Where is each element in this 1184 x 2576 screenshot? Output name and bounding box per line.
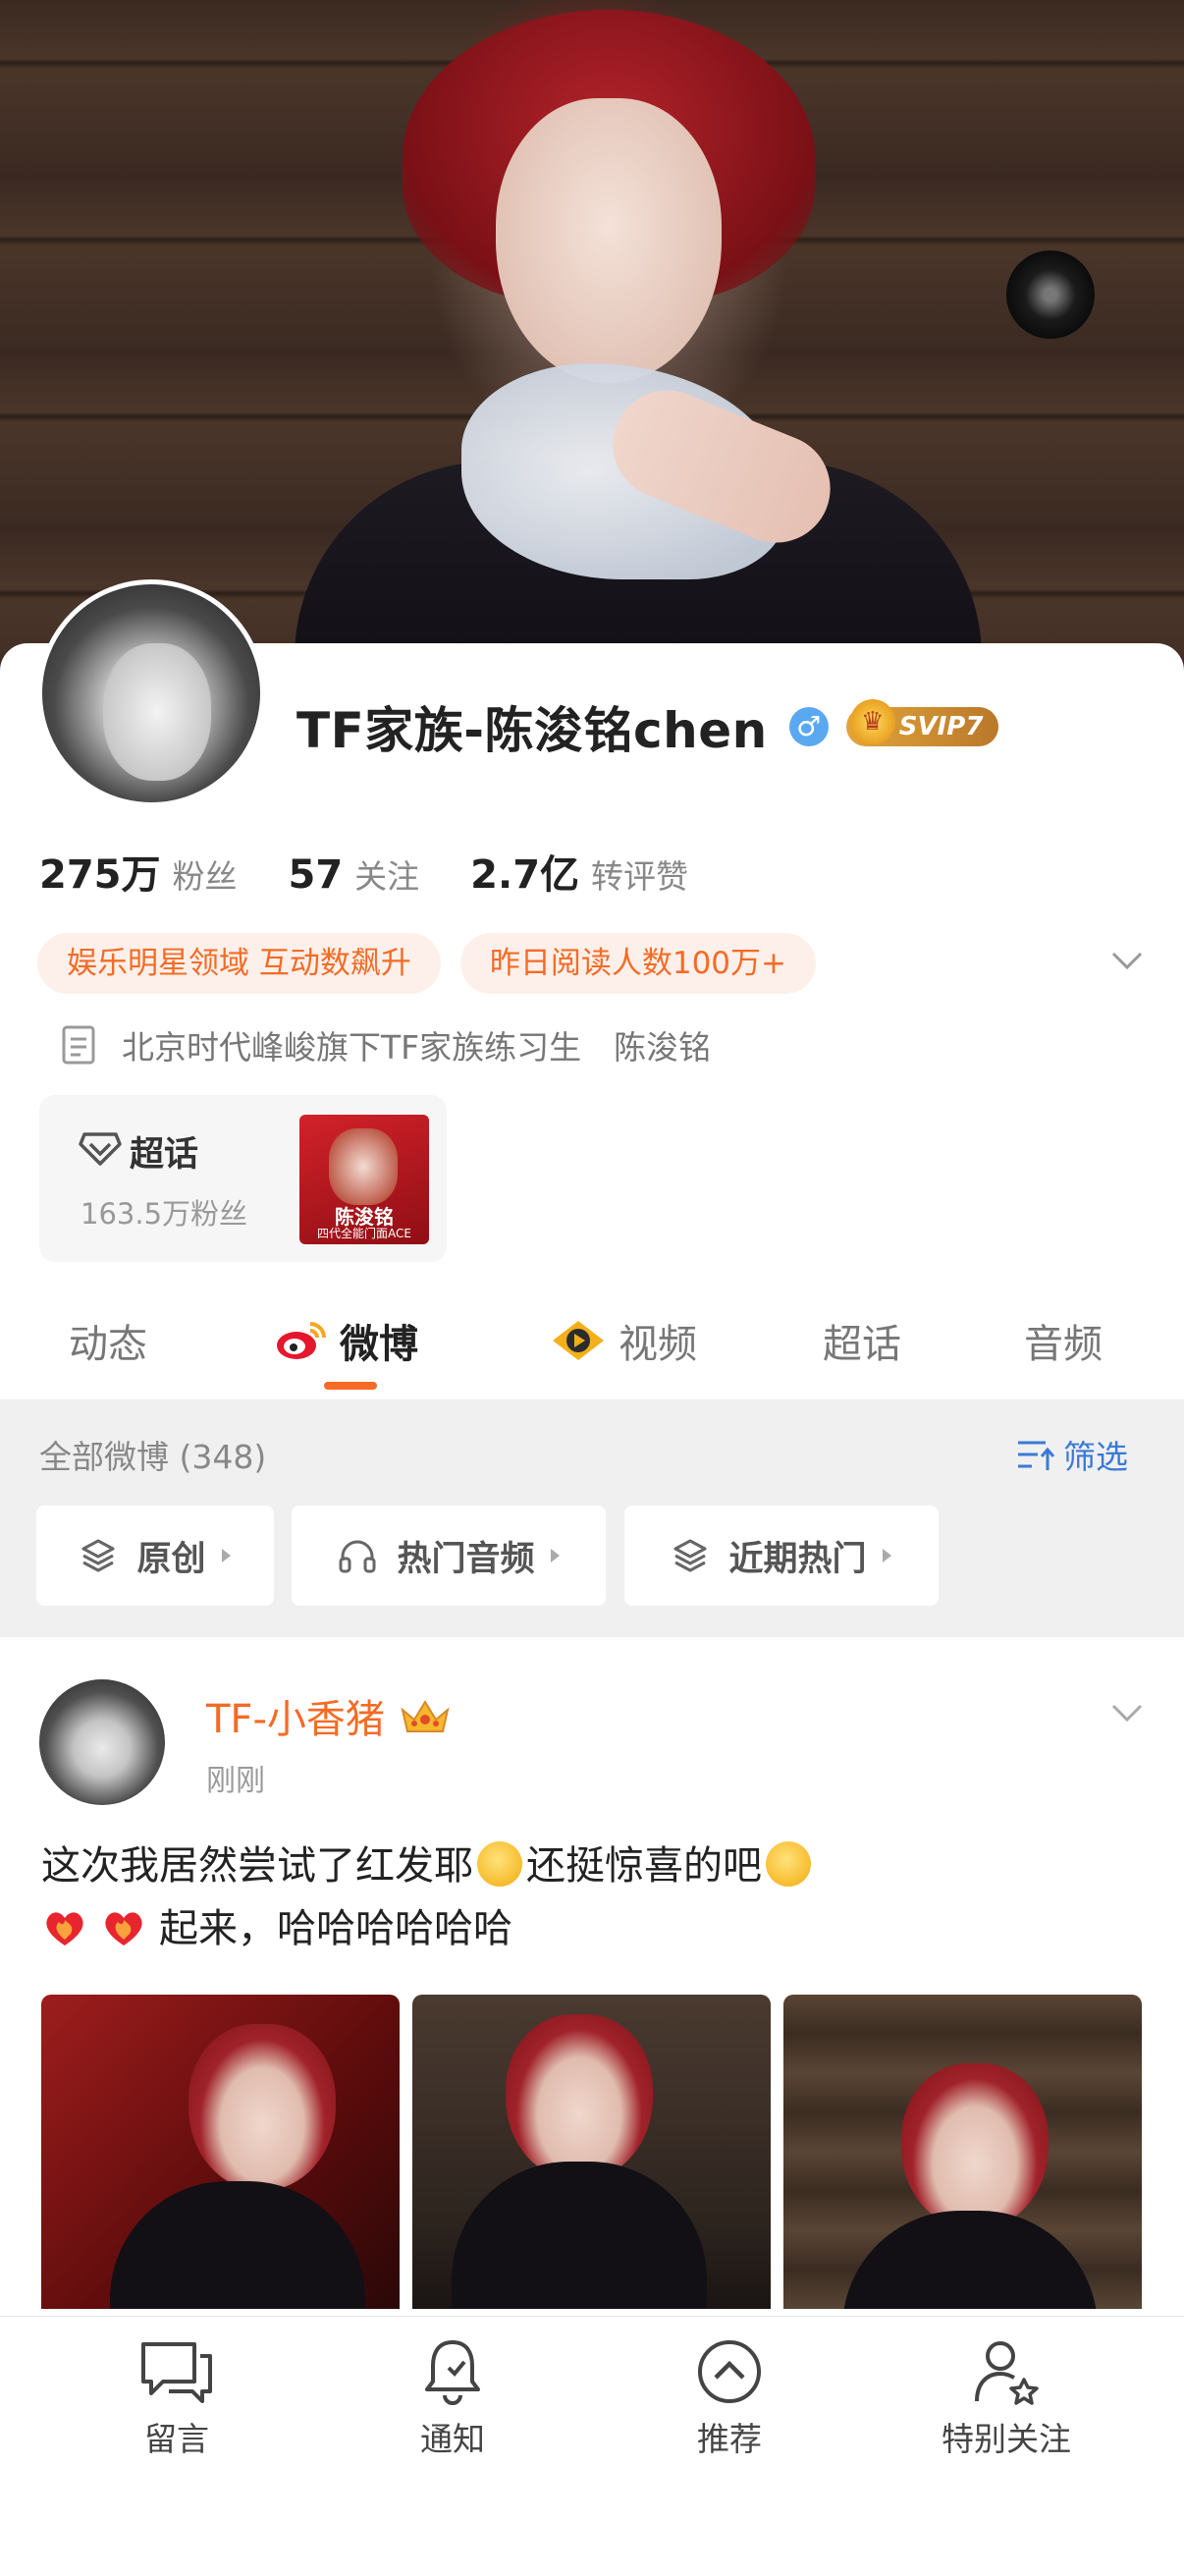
photo-subject — [506, 2014, 653, 2181]
photo-subject — [901, 2063, 1049, 2230]
post-author-row: TF-小香猪 — [206, 1687, 452, 1744]
nav-notification-label: 通知 — [420, 2420, 485, 2458]
caret-right-icon — [221, 1549, 231, 1562]
chip-hot-audio[interactable]: 热门音频 — [292, 1506, 606, 1606]
cover-face — [496, 98, 722, 383]
layers-icon — [673, 1539, 707, 1572]
chevron-down-icon[interactable] — [1107, 941, 1147, 980]
filter-section: 全部微博 (348) 筛选 原创 热门音频 近期热门 — [0, 1399, 1184, 1637]
cover-door-knob — [1006, 250, 1095, 339]
weibo-logo-icon — [277, 1322, 326, 1359]
svip-badge[interactable]: ♛ SVIP7 — [845, 699, 999, 746]
chip-original[interactable]: 原创 — [36, 1506, 274, 1606]
profile-name: TF家族-陈浚铭chen — [296, 702, 768, 759]
nav-recommend[interactable]: 推荐 — [612, 2336, 847, 2460]
tag-entertainment[interactable]: 娱乐明星领域 互动数飙升 — [37, 933, 441, 994]
chip-recent-hot-label: 近期热门 — [728, 1539, 867, 1579]
post-photo[interactable] — [41, 1995, 400, 2309]
tab-video[interactable]: 视频 — [550, 1312, 697, 1369]
caret-right-icon — [882, 1549, 891, 1562]
profile-tabs: 动态 微博 视频 超话 音频 — [0, 1296, 1184, 1395]
nav-notification[interactable]: 通知 — [335, 2336, 570, 2460]
profile-tags: 娱乐明星领域 互动数飙升 昨日阅读人数100万+ — [37, 933, 835, 994]
crown-icon — [401, 1700, 450, 1732]
nav-special-follow-label: 特别关注 — [942, 2420, 1071, 2458]
super-topic-title: 超话 — [130, 1135, 199, 1175]
nav-special-follow[interactable]: 特别关注 — [888, 2336, 1124, 2460]
chip-recent-hot[interactable]: 近期热门 — [624, 1506, 939, 1606]
post-card[interactable]: TF-小香猪 刚刚 这次我居然尝试了红发耶 还挺惊喜的吧 起来，哈哈哈哈哈哈 — [0, 1638, 1184, 2326]
up-arrow-circle-icon — [698, 2340, 761, 2403]
chip-hot-audio-label: 热门音频 — [397, 1539, 535, 1579]
heart-on-fire-emoji-icon — [46, 1912, 83, 1946]
super-topic-cover: 陈浚铭 四代全能门面ACE — [299, 1115, 429, 1244]
filter-button[interactable]: 筛选 — [1016, 1431, 1128, 1478]
following-label[interactable]: 关注 — [354, 850, 419, 898]
post-photo[interactable] — [783, 1995, 1142, 2309]
svip-badge-label: SVIP7 — [898, 712, 984, 741]
bio-text: 北京时代峰峻旗下TF家族练习生 陈浚铭 — [122, 1028, 712, 1067]
tag-readers[interactable]: 昨日阅读人数100万+ — [459, 933, 817, 994]
post-text: 这次我居然尝试了红发耶 还挺惊喜的吧 起来，哈哈哈哈哈哈 — [41, 1835, 1160, 1960]
male-gender-icon: ♂ — [788, 707, 829, 746]
video-logo-icon — [553, 1321, 604, 1360]
tab-dynamics-label: 动态 — [69, 1322, 147, 1367]
cover-subtitle: 四代全能门面ACE — [317, 1227, 411, 1240]
profile-avatar[interactable] — [37, 579, 265, 807]
nav-message-label: 留言 — [144, 2420, 209, 2458]
cover-portrait — [329, 1128, 398, 1205]
post-text-part1: 这次我居然尝试了红发耶 — [41, 1843, 473, 1889]
document-icon — [62, 1025, 95, 1065]
caret-right-icon — [550, 1549, 560, 1562]
post-text-part2: 还挺惊喜的吧 — [526, 1843, 762, 1889]
photo-jacket — [452, 2162, 707, 2309]
tab-weibo-label: 微博 — [340, 1322, 418, 1367]
tab-audio-label: 音频 — [1024, 1322, 1103, 1367]
diamond-icon — [79, 1132, 122, 1166]
message-icon — [141, 2342, 212, 2403]
hushed-face-emoji-icon — [477, 1841, 522, 1887]
post-author-avatar[interactable] — [39, 1679, 165, 1805]
crown-icon: ♛ — [849, 699, 895, 744]
user-star-icon — [975, 2341, 1039, 2405]
tab-super-topic[interactable]: 超话 — [823, 1312, 901, 1369]
nav-message[interactable]: 留言 — [59, 2336, 295, 2460]
fans-count[interactable]: 275万 — [39, 843, 161, 900]
nav-recommend-label: 推荐 — [697, 2420, 762, 2458]
hand-over-mouth-emoji-icon — [766, 1841, 811, 1887]
profile-bio: 北京时代峰峻旗下TF家族练习生 陈浚铭 — [61, 1021, 711, 1069]
tab-audio[interactable]: 音频 — [1024, 1312, 1103, 1369]
engagement-label: 转评赞 — [591, 857, 689, 896]
super-topic-card[interactable]: 超话 163.5万粉丝 陈浚铭 四代全能门面ACE — [39, 1095, 447, 1262]
post-author-name[interactable]: TF-小香猪 — [206, 1687, 385, 1744]
filter-icon — [1018, 1441, 1055, 1470]
photo-jacket — [110, 2181, 365, 2309]
layers-icon — [81, 1539, 115, 1572]
tab-video-label: 视频 — [619, 1322, 697, 1367]
bottom-nav-bar: 留言 通知 推荐 特别关注 — [0, 2316, 1184, 2576]
post-timestamp: 刚刚 — [206, 1764, 265, 1798]
post-text-part3: 起来，哈哈哈哈哈哈 — [159, 1906, 512, 1951]
headphones-icon — [339, 1540, 376, 1573]
tab-weibo[interactable]: 微博 — [273, 1312, 418, 1369]
heart-on-fire-emoji-icon — [105, 1912, 142, 1946]
tab-super-topic-label: 超话 — [823, 1322, 901, 1367]
photo-subject — [188, 2024, 336, 2191]
following-count[interactable]: 57 — [289, 852, 344, 898]
super-topic-fans: 163.5万粉丝 — [81, 1197, 248, 1231]
chevron-down-icon[interactable] — [1107, 1693, 1147, 1732]
bell-icon — [425, 2340, 480, 2405]
profile-stats: 275万 粉丝 57 关注 2.7亿 转评赞 — [39, 843, 739, 900]
fans-label[interactable]: 粉丝 — [173, 850, 238, 898]
active-tab-indicator — [324, 1382, 377, 1390]
chip-original-label: 原创 — [136, 1539, 206, 1579]
profile-name-row: TF家族-陈浚铭chen ♂ ♛ SVIP7 — [296, 692, 999, 761]
post-photo[interactable] — [412, 1995, 771, 2309]
photo-jacket — [842, 2211, 1098, 2309]
tab-dynamics[interactable]: 动态 — [69, 1312, 147, 1369]
avatar-face — [103, 643, 211, 781]
engagement-count: 2.7亿 — [470, 852, 580, 898]
filter-button-label: 筛选 — [1063, 1438, 1128, 1476]
post-count-label: 全部微博 (348) — [39, 1438, 267, 1476]
